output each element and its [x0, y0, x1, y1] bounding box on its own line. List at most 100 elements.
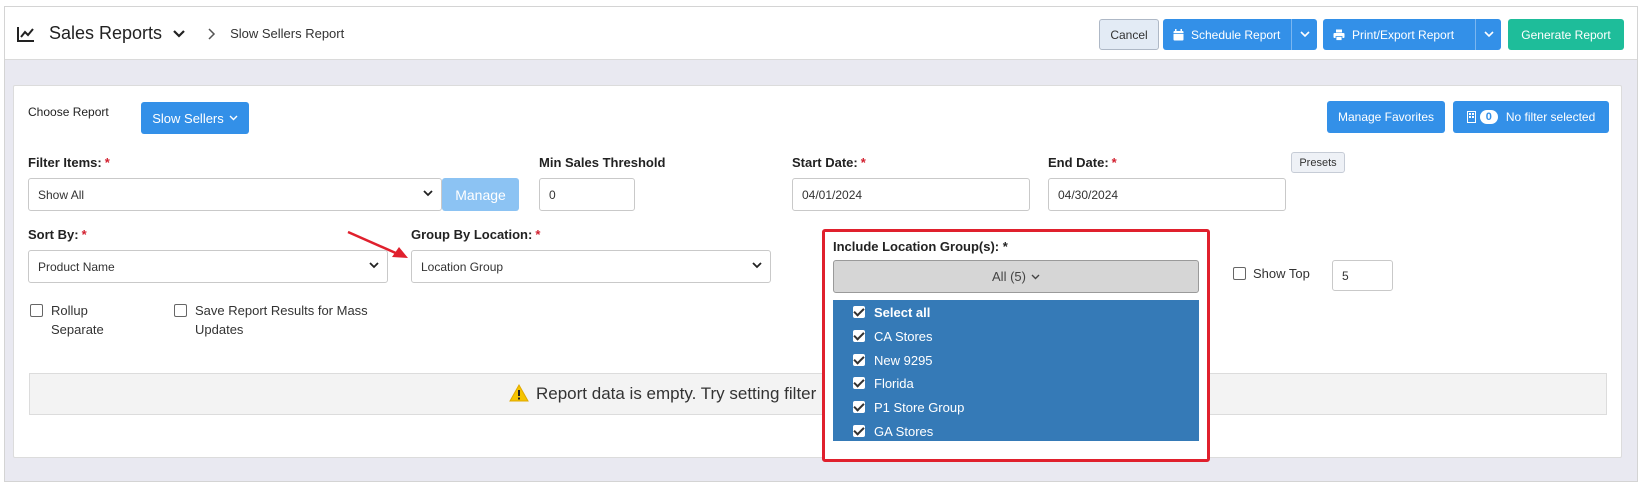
generate-report-label: Generate Report — [1521, 27, 1611, 42]
breadcrumb: Slow Sellers Report — [230, 26, 345, 41]
end-date-value: 04/30/2024 — [1058, 187, 1119, 202]
rollup-separate-label: Rollup Separate — [51, 301, 104, 339]
show-top-label: Show Top — [1253, 266, 1310, 281]
min-sales-value: 0 — [549, 187, 556, 202]
filter-status-button[interactable]: 0 No filter selected — [1453, 101, 1609, 133]
group-by-select[interactable]: Location Group — [411, 250, 771, 283]
chevron-down-icon — [229, 115, 238, 121]
filter-items-label: Filter Items: * — [28, 155, 110, 170]
show-top-checkbox[interactable]: Show Top — [1233, 266, 1310, 281]
filter-items-select[interactable]: Show All — [28, 178, 442, 211]
choose-report-value: Slow Sellers — [152, 110, 224, 126]
chevron-right-icon — [208, 27, 216, 40]
chevron-down-icon — [1031, 274, 1040, 279]
required-mark: * — [535, 227, 541, 242]
title-area: Sales Reports Slow Sellers Report — [17, 7, 344, 60]
show-top-value: 5 — [1342, 268, 1349, 283]
check-icon[interactable] — [853, 377, 865, 389]
end-date-label-text: End Date: — [1048, 155, 1109, 170]
group-by-label-text: Group By Location: — [411, 227, 533, 242]
chevron-down-icon — [1483, 31, 1494, 38]
line-chart-icon — [17, 26, 34, 42]
printer-icon — [1333, 29, 1345, 41]
presets-label: Presets — [1299, 156, 1337, 169]
start-date-value: 04/01/2024 — [802, 187, 863, 202]
start-date-input[interactable]: 04/01/2024 — [792, 178, 1030, 211]
print-export-button[interactable]: Print/Export Report — [1323, 19, 1501, 50]
chevron-down-icon — [752, 262, 762, 269]
list-item-label: CA Stores — [874, 328, 933, 344]
chevron-down-icon — [1299, 31, 1310, 38]
group-by-value: Location Group — [421, 259, 504, 274]
chevron-down-icon[interactable] — [172, 29, 186, 39]
list-item-label: GA Stores — [874, 423, 934, 439]
annotation-arrow — [347, 230, 408, 258]
schedule-report-label: Schedule Report — [1191, 27, 1281, 42]
check-icon[interactable] — [853, 425, 865, 437]
save-results-checkbox[interactable]: Save Report Results for Mass Updates — [174, 301, 368, 339]
location-group-select-all[interactable]: Select all — [853, 302, 930, 322]
location-group-item[interactable]: Florida — [853, 373, 914, 393]
rollup-separate-checkbox[interactable]: Rollup Separate — [30, 301, 104, 339]
empty-report-banner: Report data is empty. Try setting filter — [29, 373, 1607, 415]
location-group-item[interactable]: CA Stores — [853, 326, 933, 346]
check-icon[interactable] — [853, 330, 865, 342]
filter-items-value: Show All — [38, 187, 85, 202]
location-groups-multiselect[interactable]: All (5) — [833, 260, 1199, 293]
filter-status-label: No filter selected — [1505, 110, 1596, 124]
required-mark: * — [860, 155, 866, 170]
manage-favorites-button[interactable]: Manage Favorites — [1327, 101, 1445, 133]
list-item-label: New 9295 — [874, 352, 933, 368]
list-item-label: Select all — [874, 304, 931, 320]
chevron-down-icon — [423, 190, 433, 197]
location-group-item[interactable]: GA Stores — [853, 421, 933, 441]
warning-icon — [509, 384, 529, 402]
sort-by-label-text: Sort By: — [28, 227, 79, 242]
required-mark: * — [81, 227, 87, 242]
choose-report-dropdown[interactable]: Slow Sellers — [141, 102, 249, 134]
group-by-label: Group By Location: * — [411, 227, 540, 242]
location-groups-value: All (5) — [992, 269, 1026, 284]
required-mark: * — [1111, 155, 1117, 170]
schedule-report-button[interactable]: Schedule Report — [1163, 19, 1317, 50]
list-item-label: Florida — [874, 375, 914, 391]
rollup-label-line1: Rollup — [51, 303, 88, 318]
check-icon[interactable] — [853, 306, 865, 318]
sort-by-value: Product Name — [38, 259, 115, 274]
checkbox-box[interactable] — [30, 304, 43, 317]
save-results-label: Save Report Results for Mass Updates — [195, 301, 368, 339]
print-dropdown-toggle[interactable] — [1475, 19, 1501, 50]
sort-by-select[interactable]: Product Name — [28, 250, 388, 283]
save-results-line2: Updates — [195, 322, 244, 337]
save-results-line1: Save Report Results for Mass — [195, 303, 368, 318]
start-date-label-text: Start Date: — [792, 155, 858, 170]
app-title: Sales Reports — [49, 23, 163, 43]
generate-report-button[interactable]: Generate Report — [1508, 19, 1624, 50]
filter-icon — [1466, 111, 1476, 123]
print-export-label: Print/Export Report — [1352, 27, 1455, 42]
sort-by-label: Sort By: * — [28, 227, 87, 242]
presets-button[interactable]: Presets — [1291, 152, 1345, 173]
filter-items-label-text: Filter Items: — [28, 155, 102, 170]
check-icon[interactable] — [853, 354, 865, 366]
manage-items-button[interactable]: Manage — [442, 178, 519, 211]
choose-report-label: Choose Report — [28, 105, 109, 119]
show-top-input[interactable]: 5 — [1332, 260, 1393, 291]
cancel-button-label: Cancel — [1110, 27, 1148, 42]
check-icon[interactable] — [853, 401, 865, 413]
manage-favorites-label: Manage Favorites — [1337, 110, 1435, 124]
location-group-highlight: Include Location Group(s): * All (5) Sel… — [822, 229, 1210, 462]
location-group-item[interactable]: P1 Store Group — [853, 397, 964, 417]
end-date-label: End Date: * — [1048, 155, 1117, 170]
schedule-dropdown-toggle[interactable] — [1291, 19, 1317, 50]
checkbox-box[interactable] — [1233, 267, 1246, 280]
list-item-label: P1 Store Group — [874, 399, 965, 415]
start-date-label: Start Date: * — [792, 155, 866, 170]
rollup-label-line2: Separate — [51, 322, 104, 337]
checkbox-box[interactable] — [174, 304, 187, 317]
location-group-item[interactable]: New 9295 — [853, 350, 933, 370]
cancel-button[interactable]: Cancel — [1099, 19, 1159, 50]
end-date-input[interactable]: 04/30/2024 — [1048, 178, 1286, 211]
manage-items-label: Manage — [455, 186, 506, 203]
min-sales-input[interactable]: 0 — [539, 178, 635, 211]
